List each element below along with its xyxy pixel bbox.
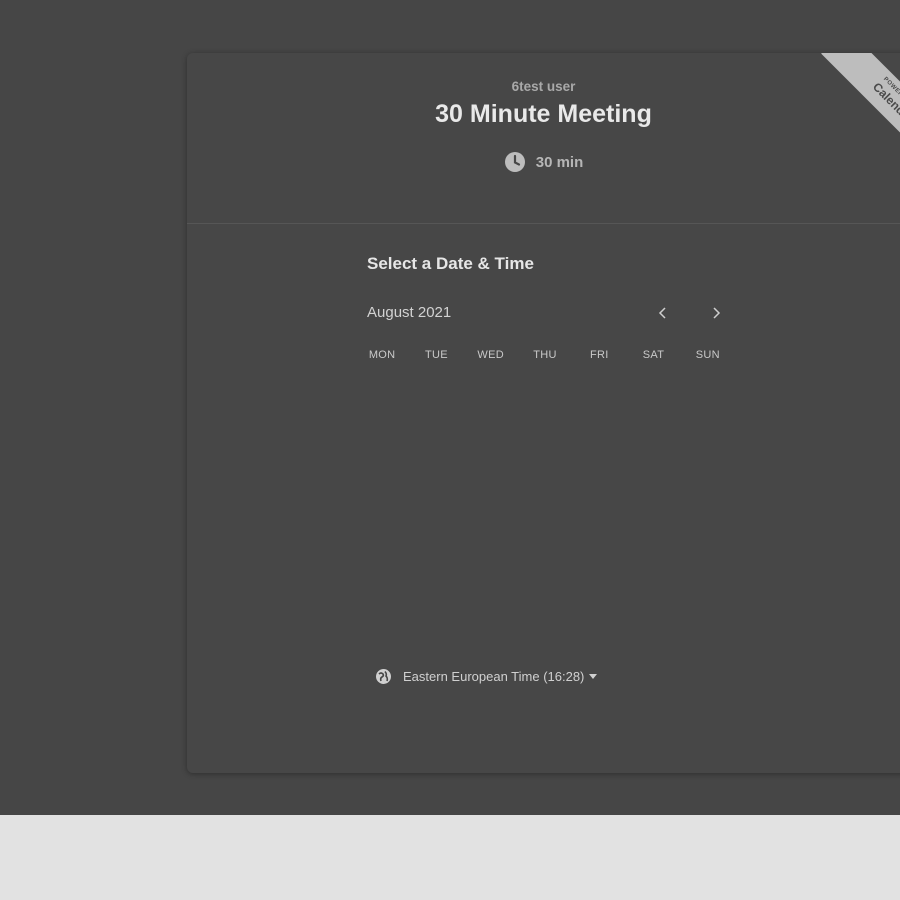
weekday-sun: SUN	[695, 349, 720, 361]
globe-icon	[376, 669, 391, 684]
section-title: Select a Date & Time	[367, 254, 534, 273]
weekday-mon: MON	[368, 349, 396, 361]
clock-icon	[504, 151, 526, 173]
ribbon-band[interactable]: POWERED BY Calendly	[821, 53, 900, 174]
timezone-selector[interactable]: Eastern European Time (16:28)	[375, 668, 598, 685]
owner-name: 6test user	[511, 79, 576, 94]
weekday-sat: SAT	[642, 349, 665, 361]
weekday-thu: THU	[533, 349, 557, 361]
event-duration: 30 min	[187, 151, 900, 173]
weekday-fri: FRI	[589, 349, 609, 361]
booking-card: 6test user 30 Minute Meeting 30 min POWE…	[187, 53, 900, 773]
weekday-wed: WED	[477, 349, 504, 361]
weekday-tue: TUE	[424, 349, 448, 361]
next-month-button[interactable]	[705, 302, 727, 324]
caret-down-icon	[589, 674, 598, 679]
month-navigation: August 2021	[367, 302, 725, 324]
page-footer	[0, 815, 900, 900]
powered-by-ribbon[interactable]: POWERED BY Calendly	[795, 53, 900, 195]
chevron-left-icon	[658, 307, 666, 319]
timezone-label: Eastern European Time (16:28)	[403, 669, 585, 684]
event-title: 30 Minute Meeting	[435, 100, 652, 128]
weekday-header: MON TUE WED THU FRI SAT SUN	[355, 349, 735, 361]
duration-label: 30 min	[535, 153, 584, 171]
month-label: August 2021	[367, 304, 452, 321]
chevron-right-icon	[713, 307, 721, 319]
previous-month-button[interactable]	[652, 302, 674, 324]
event-header: 6test user 30 Minute Meeting 30 min	[187, 53, 900, 224]
